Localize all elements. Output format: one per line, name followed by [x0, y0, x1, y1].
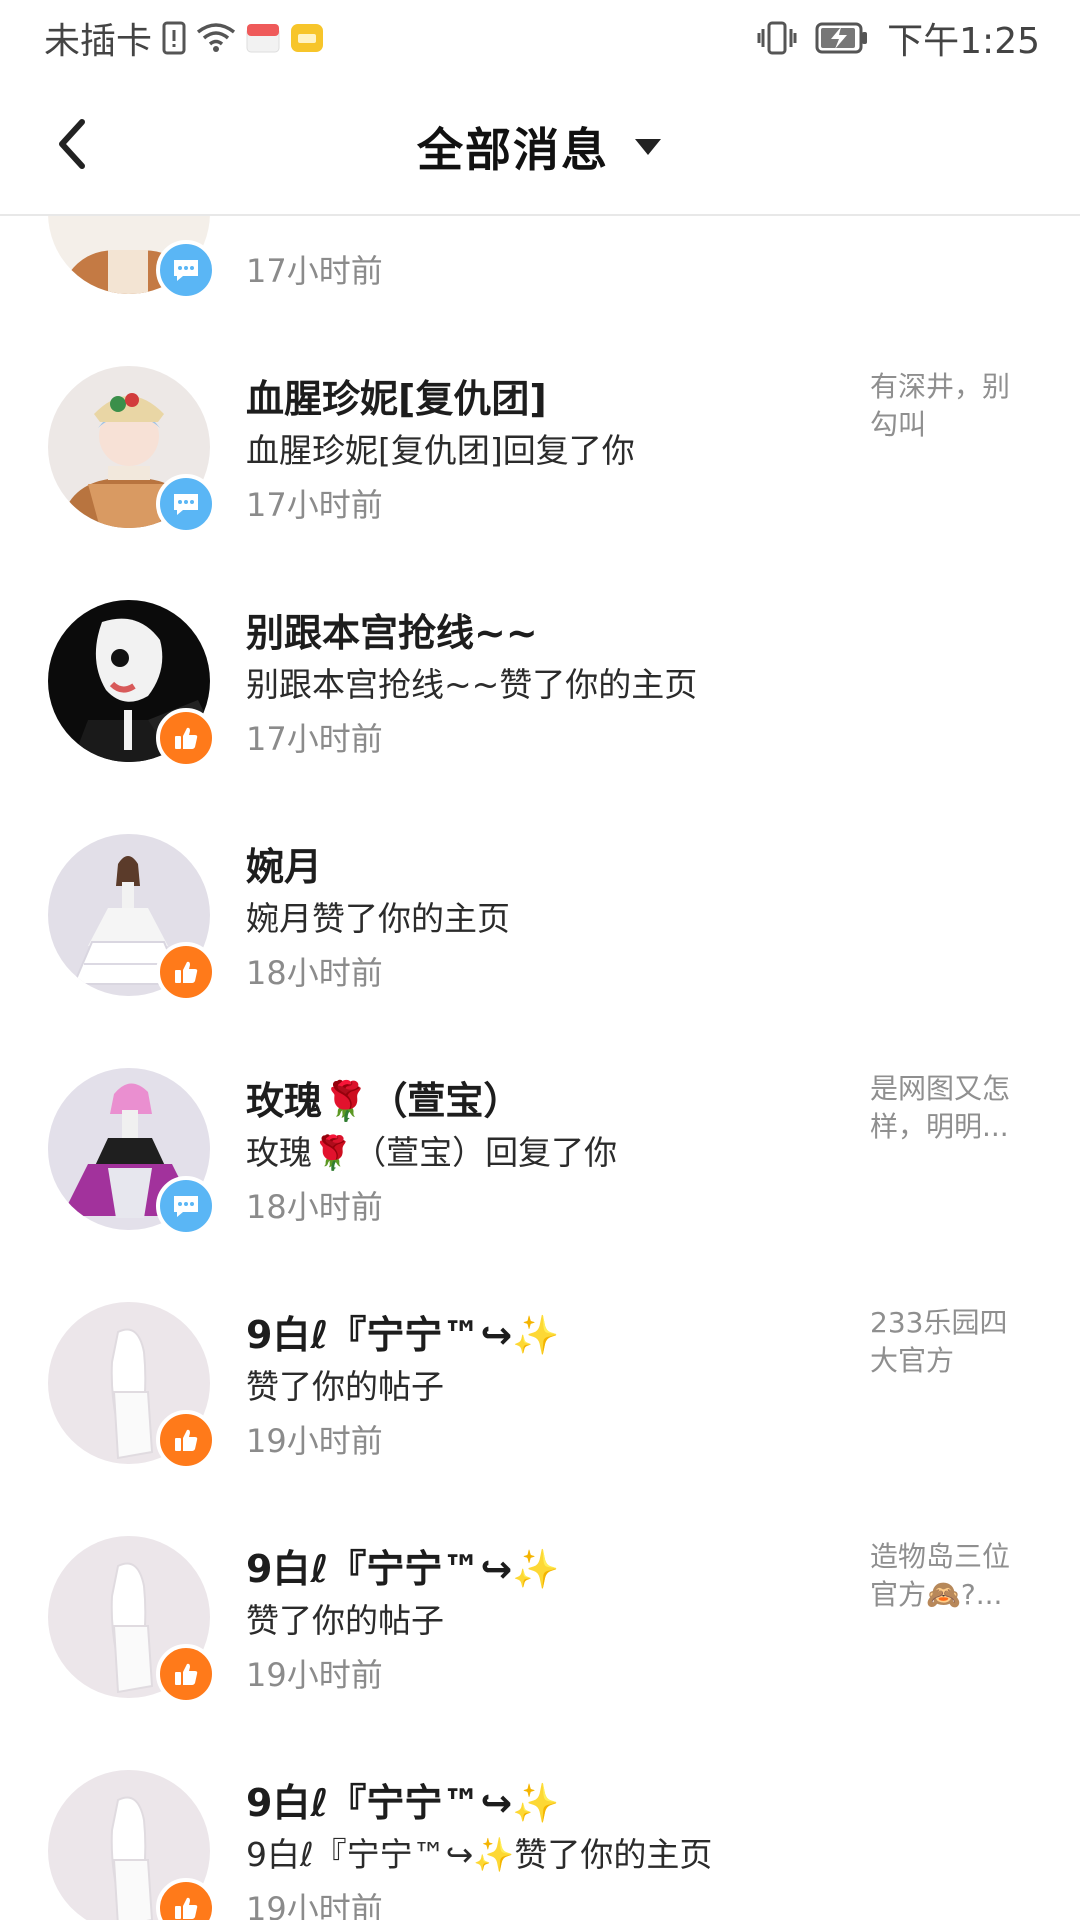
message-row[interactable]: 9白ℓ『宁宁™↪✨ 9白ℓ『宁宁™↪✨赞了你的主页 19小时前 [0, 1748, 1080, 1920]
message-action: 赞了你的帖子 [246, 1367, 444, 1406]
message-time: 17小时前 [246, 720, 383, 758]
message-preview: 233乐园四大官方 [870, 1306, 1008, 1377]
sim-alert-icon [162, 21, 186, 55]
message-action: 血腥珍妮[复仇团]回复了你 [246, 431, 635, 470]
thumbs-up-badge-icon [156, 1644, 216, 1704]
carrier-label: 未插卡 [44, 21, 153, 62]
message-action: 婉月赞了你的主页 [246, 899, 510, 938]
message-list-inner: 17小时前 血腥珍妮[复仇团] 血腥珍妮[复仇团]回复了你 17小时前 有深井，… [0, 214, 1080, 1920]
message-list[interactable]: 17小时前 血腥珍妮[复仇团] 血腥珍妮[复仇团]回复了你 17小时前 有深井，… [0, 214, 1080, 1920]
comment-badge-icon [156, 474, 216, 534]
message-row[interactable]: 17小时前 [0, 214, 1080, 344]
message-filter-dropdown[interactable]: 全部消息 [0, 114, 1080, 180]
top-bar: 全部消息 [0, 76, 1080, 216]
user-name[interactable]: 玫瑰🌹（萱宝） [246, 1070, 521, 1125]
message-row[interactable]: 玫瑰🌹（萱宝） 玫瑰🌹（萱宝）回复了你 18小时前 是网图又怎样，明明... [0, 1046, 1080, 1280]
message-row[interactable]: 9白ℓ『宁宁™↪✨ 赞了你的帖子 19小时前 造物岛三位官方🙈?... [0, 1514, 1080, 1748]
message-time: 17小时前 [246, 486, 383, 524]
vibrate-icon [757, 21, 797, 55]
user-name[interactable]: 别跟本宫抢线~~ [246, 602, 538, 657]
caret-down-icon [635, 139, 661, 155]
user-name[interactable]: 婉月 [246, 836, 322, 891]
comment-badge-icon [156, 240, 216, 300]
message-time: 19小时前 [246, 1422, 383, 1460]
comment-badge-icon [156, 1176, 216, 1236]
message-time: 18小时前 [246, 954, 383, 992]
user-name[interactable]: 9白ℓ『宁宁™↪✨ [246, 1304, 560, 1359]
folder-notification-icon [290, 22, 324, 54]
message-time: 19小时前 [246, 1890, 383, 1920]
message-row[interactable]: 别跟本宫抢线~~ 别跟本宫抢线~~赞了你的主页 17小时前 [0, 578, 1080, 812]
message-row[interactable]: 婉月 婉月赞了你的主页 18小时前 [0, 812, 1080, 1046]
clock-time: 下午1:25 [887, 21, 1040, 62]
message-time: 18小时前 [246, 1188, 383, 1226]
message-time: 17小时前 [246, 252, 383, 290]
message-action: 玫瑰🌹（萱宝）回复了你 [246, 1133, 618, 1172]
message-time: 19小时前 [246, 1656, 383, 1694]
status-bar: 未插卡 下午1:25 [0, 0, 1080, 76]
thumbs-up-badge-icon [156, 708, 216, 768]
message-preview: 造物岛三位官方🙈?... [870, 1540, 1011, 1611]
user-name[interactable]: 血腥珍妮[复仇团] [246, 368, 547, 423]
user-name[interactable]: 9白ℓ『宁宁™↪✨ [246, 1772, 560, 1827]
status-left: 未插卡 [44, 14, 324, 62]
message-preview: 有深井，别勾叫 [870, 370, 1011, 441]
thumbs-up-badge-icon [156, 942, 216, 1002]
battery-charging-icon [815, 21, 869, 55]
message-action: 赞了你的帖子 [246, 1601, 444, 1640]
user-name[interactable]: 9白ℓ『宁宁™↪✨ [246, 1538, 560, 1593]
wifi-icon [196, 22, 236, 54]
status-right: 下午1:25 [757, 14, 1040, 62]
app-notification-icon [246, 22, 280, 54]
message-row[interactable]: 9白ℓ『宁宁™↪✨ 赞了你的帖子 19小时前 233乐园四大官方 [0, 1280, 1080, 1514]
page-title: 全部消息 [417, 123, 609, 177]
message-row[interactable]: 血腥珍妮[复仇团] 血腥珍妮[复仇团]回复了你 17小时前 有深井，别勾叫 [0, 344, 1080, 578]
thumbs-up-badge-icon [156, 1410, 216, 1470]
message-action: 别跟本宫抢线~~赞了你的主页 [246, 665, 698, 704]
message-action: 9白ℓ『宁宁™↪✨赞了你的主页 [246, 1835, 713, 1874]
message-preview: 是网图又怎样，明明... [870, 1072, 1011, 1143]
